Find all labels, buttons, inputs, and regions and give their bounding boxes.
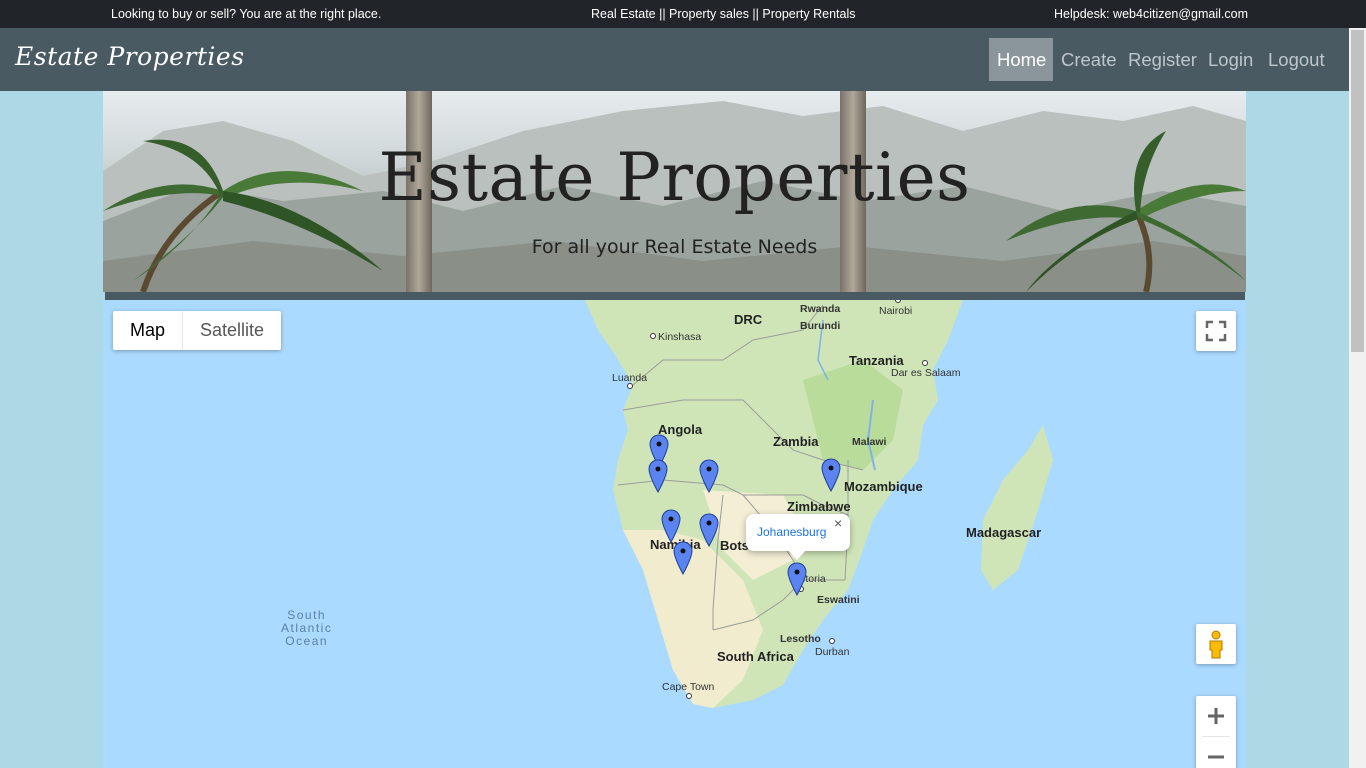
city-dot: [829, 638, 835, 644]
brand-logo[interactable]: Estate Properties: [15, 42, 245, 71]
helpdesk-text: Helpdesk: web4citizen@gmail.com: [1054, 7, 1249, 21]
map-view[interactable]: DRC Rwanda Burundi Nairobi Kinshasa Tanz…: [103, 300, 1246, 768]
label-botswana: Bots: [720, 538, 749, 553]
label-burundi: Burundi: [800, 320, 841, 332]
hero-divider: [105, 292, 1245, 300]
label-madagascar: Madagascar: [966, 525, 1042, 540]
label-drc: DRC: [734, 312, 763, 327]
nav-logout[interactable]: Logout: [1260, 38, 1333, 81]
label-rwanda: Rwanda: [800, 303, 841, 315]
label-malawi: Malawi: [852, 436, 887, 448]
zoom-out-icon[interactable]: [1196, 737, 1236, 768]
tagline-text: Looking to buy or sell? You are at the r…: [111, 7, 382, 21]
city-dot: [922, 360, 928, 366]
hero-banner: Estate Properties For all your Real Esta…: [103, 91, 1246, 292]
map-marker-icon[interactable]: [661, 509, 681, 543]
info-window-tail: [788, 550, 806, 560]
navbar: Estate Properties Home Create Register L…: [0, 28, 1349, 91]
label-cape-town: Cape Town: [662, 681, 715, 693]
label-eswatini: Eswatini: [817, 594, 860, 606]
close-icon[interactable]: ×: [834, 515, 842, 531]
label-durban: Durban: [815, 646, 850, 658]
label-south-africa: South Africa: [717, 649, 794, 664]
map-marker-icon[interactable]: [821, 458, 841, 492]
label-zambia: Zambia: [773, 434, 819, 449]
hero-subtitle: For all your Real Estate Needs: [531, 236, 818, 258]
hero-title: Estate Properties: [378, 139, 971, 216]
map-type-map-button[interactable]: Map: [113, 311, 184, 350]
fullscreen-button[interactable]: [1196, 311, 1236, 351]
label-mozambique: Mozambique: [844, 479, 923, 494]
street-view-button[interactable]: [1196, 624, 1236, 664]
nav-create[interactable]: Create: [1053, 38, 1125, 81]
label-nairobi: Nairobi: [879, 305, 913, 317]
city-dot: [686, 693, 692, 699]
map-marker-icon[interactable]: [673, 541, 693, 575]
zoom-in-icon[interactable]: [1196, 696, 1236, 736]
map-type-control: Map Satellite: [113, 311, 282, 350]
nav-home[interactable]: Home: [989, 38, 1053, 81]
map-marker-icon[interactable]: [699, 459, 719, 493]
info-window-title[interactable]: Johanesburg: [757, 525, 826, 539]
label-dar-es-salaam: Dar es Salaam: [891, 367, 961, 379]
label-ocean: South Atlantic Ocean: [281, 608, 333, 648]
nav-register[interactable]: Register: [1120, 38, 1205, 81]
label-tanzania: Tanzania: [849, 353, 904, 368]
pegman-icon: [1209, 630, 1223, 659]
top-info-bar: Looking to buy or sell? You are at the r…: [0, 0, 1366, 28]
scrollbar-thumb[interactable]: [1351, 30, 1364, 352]
city-dot: [627, 383, 633, 389]
nav-login[interactable]: Login: [1200, 38, 1261, 81]
info-window: Johanesburg ×: [746, 514, 850, 560]
zoom-control: [1196, 696, 1236, 768]
services-text: Real Estate || Property sales || Propert…: [591, 7, 856, 21]
map-marker-icon[interactable]: [648, 459, 668, 493]
label-lesotho: Lesotho: [780, 633, 821, 645]
map-marker-icon[interactable]: [787, 562, 807, 596]
fullscreen-icon: [1205, 320, 1227, 342]
label-kinshasa: Kinshasa: [658, 331, 702, 343]
city-dot: [650, 333, 656, 339]
map-type-satellite-button[interactable]: Satellite: [183, 311, 281, 350]
map-marker-icon[interactable]: [699, 513, 719, 547]
label-zimbabwe: Zimbabwe: [787, 499, 851, 514]
